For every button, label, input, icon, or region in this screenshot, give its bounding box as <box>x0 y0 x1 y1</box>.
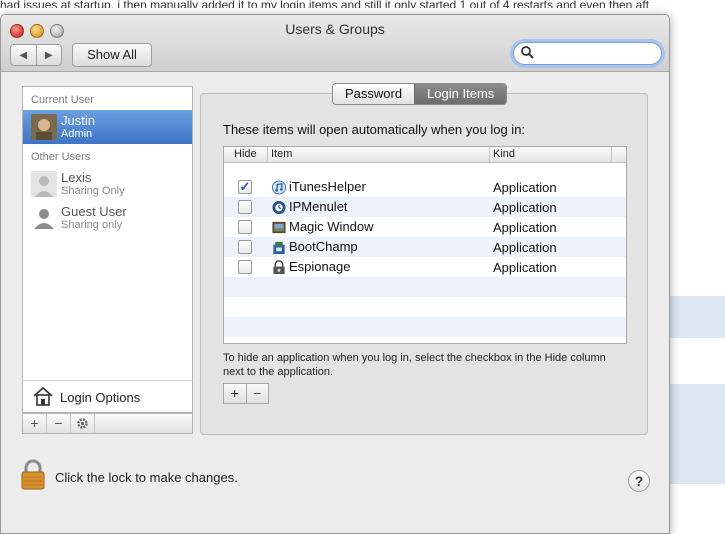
back-forward-buttons: ◀ ▶ <box>10 44 62 66</box>
lock-icon[interactable] <box>20 459 46 491</box>
title-bar: Users & Groups ◀ ▶ Show All <box>1 15 669 72</box>
action-menu-button[interactable] <box>71 414 95 433</box>
user-name: Lexis <box>61 170 92 185</box>
column-header-hide[interactable]: Hide <box>234 148 257 160</box>
item-name: Magic Window <box>289 219 374 234</box>
bootchamp-icon <box>273 241 285 255</box>
item-name: Espionage <box>289 259 351 274</box>
column-divider <box>267 147 268 162</box>
table-row[interactable]: IPMenulet Application <box>224 197 626 217</box>
tab-password[interactable]: Password <box>333 84 415 104</box>
remove-user-button[interactable]: − <box>47 414 71 433</box>
tab-login-items[interactable]: Login Items <box>414 84 507 104</box>
hide-checkbox[interactable] <box>238 260 252 274</box>
user-name: Justin <box>61 113 95 128</box>
login-options-item[interactable]: Login Options <box>22 380 193 413</box>
table-row[interactable]: ✓ iTunesHelper Application <box>224 177 626 197</box>
user-role: Sharing Only <box>61 185 125 197</box>
empty-row <box>224 277 626 297</box>
user-role: Admin <box>61 128 93 140</box>
item-kind: Application <box>493 220 557 235</box>
current-user-header: Current User <box>31 94 94 106</box>
empty-row <box>224 317 626 337</box>
login-options-label: Login Options <box>60 390 141 405</box>
login-items-add-remove: + − <box>223 383 269 404</box>
magic-window-icon <box>272 221 286 234</box>
forward-arrow-icon[interactable]: ▶ <box>37 45 62 65</box>
hide-checkbox[interactable] <box>238 200 252 214</box>
window-title: Users & Groups <box>285 21 385 37</box>
add-user-button[interactable]: + <box>23 414 47 433</box>
user-item-lexis[interactable]: Lexis Sharing Only <box>23 167 192 201</box>
add-login-item-button[interactable]: + <box>224 384 247 403</box>
table-row[interactable]: Espionage Application <box>224 257 626 277</box>
item-kind: Application <box>493 260 557 275</box>
column-header-item[interactable]: Item <box>271 148 292 160</box>
remove-login-item-button[interactable]: − <box>247 384 269 403</box>
ipmenulet-icon <box>272 200 286 215</box>
item-kind: Application <box>493 240 557 255</box>
item-name: IPMenulet <box>289 199 348 214</box>
item-name: BootChamp <box>289 239 358 254</box>
login-items-heading: These items will open automatically when… <box>223 122 526 137</box>
column-header-kind[interactable]: Kind <box>493 148 515 160</box>
itunes-icon <box>271 180 287 195</box>
show-all-button[interactable]: Show All <box>72 43 152 67</box>
house-icon <box>33 386 53 406</box>
other-users-header: Other Users <box>31 151 91 163</box>
avatar <box>31 114 57 140</box>
login-items-table: Hide Item Kind ✓ iTunesHelper Applicatio… <box>223 146 627 344</box>
hide-checkbox[interactable] <box>238 220 252 234</box>
background-stripe <box>668 384 725 484</box>
users-sidebar: Current User Justin Admin Other Users Le… <box>22 86 193 382</box>
column-divider <box>489 147 490 162</box>
user-role: Sharing only <box>61 219 123 231</box>
hide-help-text: To hide an application when you log in, … <box>223 352 606 378</box>
guest-user-icon <box>34 209 54 229</box>
hide-checkbox[interactable] <box>238 240 252 254</box>
espionage-icon <box>273 260 285 275</box>
tab-bar: Password Login Items <box>332 83 508 105</box>
user-name: Guest User <box>61 204 127 219</box>
search-field[interactable] <box>513 42 662 65</box>
gear-icon <box>77 418 88 429</box>
user-silhouette-icon <box>31 171 57 197</box>
background-page-text: had issues at startup, i then manually a… <box>0 0 650 8</box>
item-kind: Application <box>493 180 557 195</box>
search-icon <box>521 46 534 59</box>
table-row[interactable]: Magic Window Application <box>224 217 626 237</box>
background-stripe <box>668 296 725 338</box>
user-item-justin[interactable]: Justin Admin <box>23 110 192 144</box>
hide-checkbox[interactable]: ✓ <box>238 180 252 194</box>
help-button[interactable]: ? <box>628 470 650 492</box>
table-header: Hide Item Kind <box>224 147 626 163</box>
table-row[interactable]: BootChamp Application <box>224 237 626 257</box>
column-divider <box>611 147 612 162</box>
item-kind: Application <box>493 200 557 215</box>
user-item-guest[interactable]: Guest User Sharing only <box>23 201 192 235</box>
back-arrow-icon[interactable]: ◀ <box>11 45 37 65</box>
sidebar-toolbar: + − <box>22 413 193 434</box>
lock-message: Click the lock to make changes. <box>55 470 238 485</box>
item-name: iTunesHelper <box>289 179 366 194</box>
